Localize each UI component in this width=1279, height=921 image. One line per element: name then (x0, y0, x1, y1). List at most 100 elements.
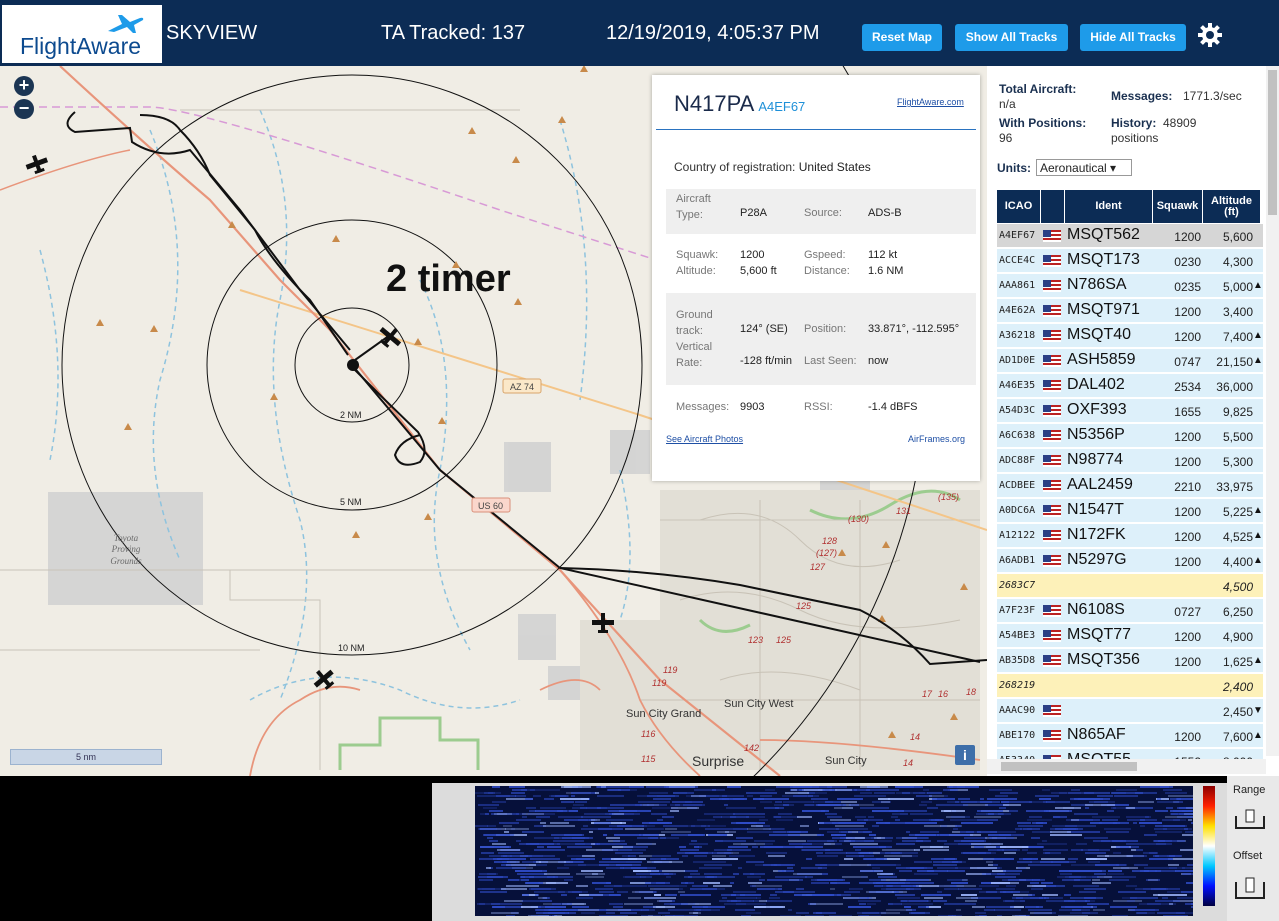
waterfall-streak (971, 843, 1003, 845)
waterfall-streak (648, 837, 658, 839)
table-row[interactable]: A6C638 N5356P 1200 5,500 (997, 424, 1263, 448)
zoom-in-button[interactable]: + (14, 76, 34, 96)
waterfall-streak (670, 903, 695, 905)
waterfall-streak (754, 906, 766, 908)
waterfall-streak (782, 870, 794, 872)
table-vertical-scrollbar[interactable] (1266, 66, 1279, 756)
waterfall-streak (766, 852, 787, 854)
column-icao[interactable]: ICAO (997, 190, 1041, 223)
waterfall-streak (515, 870, 542, 872)
table-row[interactable]: A54D3C OXF393 1655 9,825 (997, 399, 1263, 423)
popup-divider (656, 129, 976, 130)
table-row[interactable]: A12122 N172FK 1200 4,525 ▲ (997, 524, 1263, 548)
history-label: History: (1111, 116, 1157, 130)
waterfall-streak (767, 879, 788, 881)
waterfall-streak (1088, 861, 1100, 863)
waterfall-streak (712, 858, 738, 860)
waterfall-streak (617, 849, 646, 851)
waterfall-streak (929, 795, 944, 797)
reset-map-button[interactable]: Reset Map (862, 24, 942, 51)
waterfall-streak (918, 906, 929, 908)
column-squawk[interactable]: Squawk (1153, 190, 1203, 223)
waterfall-streak (726, 807, 756, 809)
table-row[interactable]: ADC88F N98774 1200 5,300 (997, 449, 1263, 473)
waterfall-streak (805, 876, 813, 878)
waterfall-streak (534, 891, 565, 893)
offset-slider[interactable] (1233, 874, 1267, 904)
aircraft-icon[interactable] (24, 152, 51, 176)
table-row[interactable]: AB35D8 MSQT356 1200 1,625 ▲ (997, 649, 1263, 673)
flightaware-link[interactable]: FlightAware.com (897, 97, 964, 107)
waterfall-streak (599, 915, 628, 916)
table-row[interactable]: A4EF67 MSQT562 1200 5,600 (997, 224, 1263, 248)
table-row[interactable]: A7F23F N6108S 0727 6,250 (997, 599, 1263, 623)
airframes-link[interactable]: AirFrames.org (908, 434, 965, 444)
zoom-out-button[interactable]: − (14, 99, 34, 119)
hide-all-tracks-button[interactable]: Hide All Tracks (1080, 24, 1186, 51)
waterfall-streak (1155, 855, 1159, 857)
table-row[interactable]: A6ADB1 N5297G 1200 4,400 ▲ (997, 549, 1263, 573)
table-row[interactable]: A0DC6A N1547T 1200 5,225 ▲ (997, 499, 1263, 523)
range-slider[interactable] (1233, 808, 1267, 834)
route-label: 14 (903, 758, 913, 768)
column-ident[interactable]: Ident (1065, 190, 1153, 223)
cell-squawk: 1200 (1174, 630, 1201, 644)
waterfall-streak (1107, 810, 1114, 812)
flightaware-logo[interactable]: FlightAware (2, 5, 162, 63)
table-row[interactable]: ACCE4C MSQT173 0230 4,300 (997, 249, 1263, 273)
country-value: United States (798, 160, 871, 174)
table-horizontal-scrollbar[interactable] (987, 759, 1266, 774)
climb-indicator-icon: ▲ (1253, 730, 1263, 741)
ring-label-10nm: 10 NM (338, 643, 365, 653)
squawk-value: 1200 (740, 249, 765, 261)
aircraft-icon-selected[interactable] (374, 322, 405, 353)
waterfall-streak (539, 861, 566, 863)
table-row[interactable]: ABE170 N865AF 1200 7,600 ▲ (997, 724, 1263, 748)
column-altitude[interactable]: Altitude (ft) (1203, 190, 1261, 223)
aircraft-photos-link[interactable]: See Aircraft Photos (666, 434, 743, 444)
waterfall-streak (694, 855, 707, 857)
table-row[interactable]: 268219 2,400 (997, 674, 1263, 698)
waterfall-streak (537, 846, 544, 848)
table-row[interactable]: 2683C7 4,500 (997, 574, 1263, 598)
table-row[interactable]: A46E35 DAL402 2534 36,000 (997, 374, 1263, 398)
waterfall-streak (989, 837, 1014, 839)
waterfall-streak (874, 792, 895, 794)
waterfall-streak (944, 795, 948, 797)
waterfall-streak (526, 807, 536, 809)
waterfall-streak (638, 843, 652, 845)
scrollbar-thumb[interactable] (1001, 762, 1137, 771)
scrollbar-thumb[interactable] (1268, 70, 1277, 215)
waterfall-streak (924, 897, 943, 899)
waterfall-streak (597, 843, 627, 845)
scale-bar: 5 nm (10, 749, 162, 765)
waterfall-streak (882, 849, 915, 851)
waterfall-streak (662, 816, 674, 818)
gear-icon[interactable] (1196, 21, 1224, 49)
table-row[interactable]: A36218 MSQT40 1200 7,400 ▲ (997, 324, 1263, 348)
waterfall-streak (522, 900, 552, 902)
column-flag[interactable] (1041, 190, 1065, 223)
table-row[interactable]: AD1D0E ASH5859 0747 21,150 ▲ (997, 349, 1263, 373)
waterfall-streak (485, 813, 489, 815)
info-button[interactable]: i (955, 745, 975, 765)
waterfall-streak (572, 807, 587, 809)
show-all-tracks-button[interactable]: Show All Tracks (955, 24, 1068, 51)
waterfall-streak (831, 834, 846, 836)
color-scale (1203, 786, 1215, 906)
table-row[interactable]: A54BE3 MSQT77 1200 4,900 (997, 624, 1263, 648)
table-row[interactable]: AAAC90 2,450 ▼ (997, 699, 1263, 723)
table-row[interactable]: ACDBEE AAL2459 2210 33,975 (997, 474, 1263, 498)
waterfall-streak (478, 804, 499, 806)
table-row[interactable]: AAA861 N786SA 0235 5,000 ▲ (997, 274, 1263, 298)
waterfall-streak (873, 870, 883, 872)
waterfall-streak (827, 840, 837, 842)
waterfall-streak (493, 858, 502, 860)
waterfall-streak (1140, 825, 1145, 827)
table-row[interactable]: A4E62A MSQT971 1200 3,400 (997, 299, 1263, 323)
waterfall-streak (1154, 840, 1185, 842)
waterfall-streak (1130, 909, 1159, 911)
waterfall-streak (844, 858, 853, 860)
units-select[interactable]: Aeronautical ▾ (1036, 159, 1132, 176)
waterfall-streak (1009, 810, 1018, 812)
